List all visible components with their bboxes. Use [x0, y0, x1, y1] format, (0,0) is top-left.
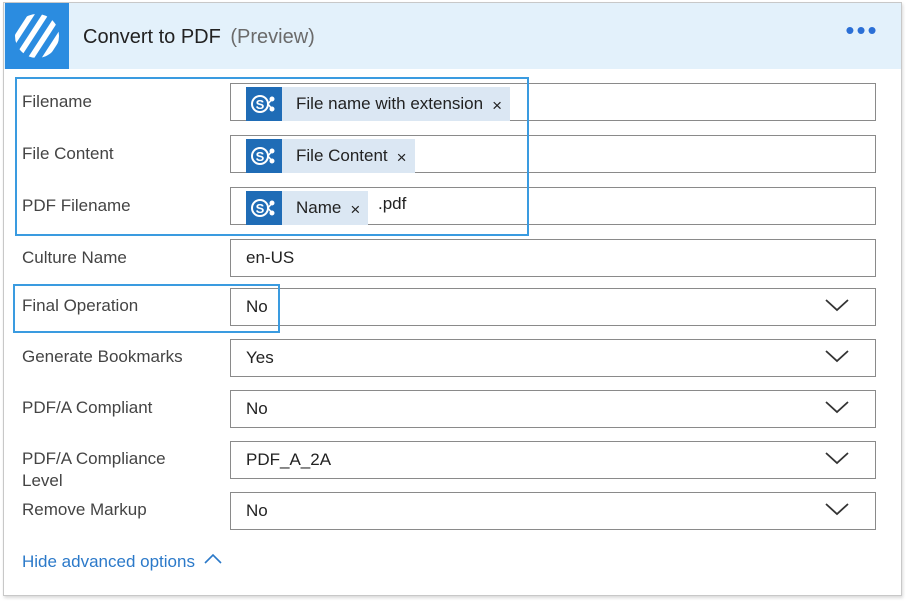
token-label: File name with extension [296, 94, 484, 113]
svg-text:S: S [256, 97, 265, 112]
card-header[interactable]: Convert to PDF (Preview) ••• [4, 3, 901, 69]
filename-label: Filename [22, 92, 92, 111]
pdf-filename-label: PDF Filename [22, 196, 131, 215]
culture-name-input[interactable]: en-US [230, 239, 876, 277]
pdfa-compliant-select[interactable]: No [230, 390, 876, 428]
pdfa-compliant-value: No [246, 399, 268, 418]
more-options-button[interactable]: ••• [840, 17, 884, 49]
remove-token-button[interactable]: × [492, 96, 502, 116]
stripes-icon [15, 14, 59, 58]
pdfa-compliance-level-select[interactable]: PDF_A_2A [230, 441, 876, 479]
card-title: Convert to PDF (Preview) [83, 26, 315, 49]
preview-tag: (Preview) [230, 26, 315, 48]
pdfa-compliant-label: PDF/A Compliant [22, 398, 153, 417]
remove-markup-select[interactable]: No [230, 492, 876, 530]
token-label: File Content [296, 146, 388, 165]
chevron-down-icon[interactable] [825, 450, 849, 466]
chevron-down-icon[interactable] [825, 297, 849, 313]
sharepoint-icon: S [246, 139, 282, 173]
token-label: Name [296, 198, 342, 217]
pdfa-compliance-level-value: PDF_A_2A [246, 450, 332, 469]
sharepoint-icon: S [246, 191, 282, 225]
remove-token-button[interactable]: × [350, 200, 360, 220]
dynamic-token[interactable]: S Name × [246, 191, 369, 225]
pdf-extension-text: .pdf [378, 194, 407, 213]
generate-bookmarks-select[interactable]: Yes [230, 339, 876, 377]
label-line-2: Level [22, 471, 63, 490]
file-content-field[interactable]: S File Content × [230, 135, 876, 173]
chevron-down-icon[interactable] [825, 501, 849, 517]
final-operation-select[interactable]: No [230, 288, 876, 326]
pdfa-compliance-level-label: PDF/A Compliance Level [22, 448, 166, 492]
card-title-text: Convert to PDF [83, 26, 221, 48]
culture-name-value: en-US [246, 248, 295, 267]
chevron-down-icon[interactable] [825, 399, 849, 415]
label-line-1: PDF/A Compliance [22, 449, 166, 468]
hide-advanced-options-link[interactable]: Hide advanced options [22, 552, 222, 572]
chevron-down-icon[interactable] [825, 348, 849, 364]
generate-bookmarks-value: Yes [246, 348, 274, 367]
final-operation-value: No [246, 297, 268, 316]
culture-name-label: Culture Name [22, 248, 127, 267]
dynamic-token[interactable]: S File name with extension × [246, 87, 511, 121]
svg-text:S: S [256, 149, 265, 164]
filename-field[interactable]: S File name with extension × [230, 83, 876, 121]
file-content-label: File Content [22, 144, 114, 163]
generate-bookmarks-label: Generate Bookmarks [22, 347, 183, 366]
final-operation-label: Final Operation [22, 296, 139, 315]
remove-markup-label: Remove Markup [22, 500, 147, 519]
pdf-filename-field[interactable]: S Name × .pdf [230, 187, 876, 225]
remove-token-button[interactable]: × [397, 148, 407, 168]
hide-advanced-options-text: Hide advanced options [22, 552, 195, 571]
svg-text:S: S [256, 201, 265, 216]
chevron-up-icon [204, 553, 222, 564]
action-card: Convert to PDF (Preview) ••• Filename S … [3, 2, 902, 596]
remove-markup-value: No [246, 501, 268, 520]
dynamic-token[interactable]: S File Content × [246, 139, 415, 173]
connector-logo [5, 3, 69, 69]
sharepoint-icon: S [246, 87, 282, 121]
